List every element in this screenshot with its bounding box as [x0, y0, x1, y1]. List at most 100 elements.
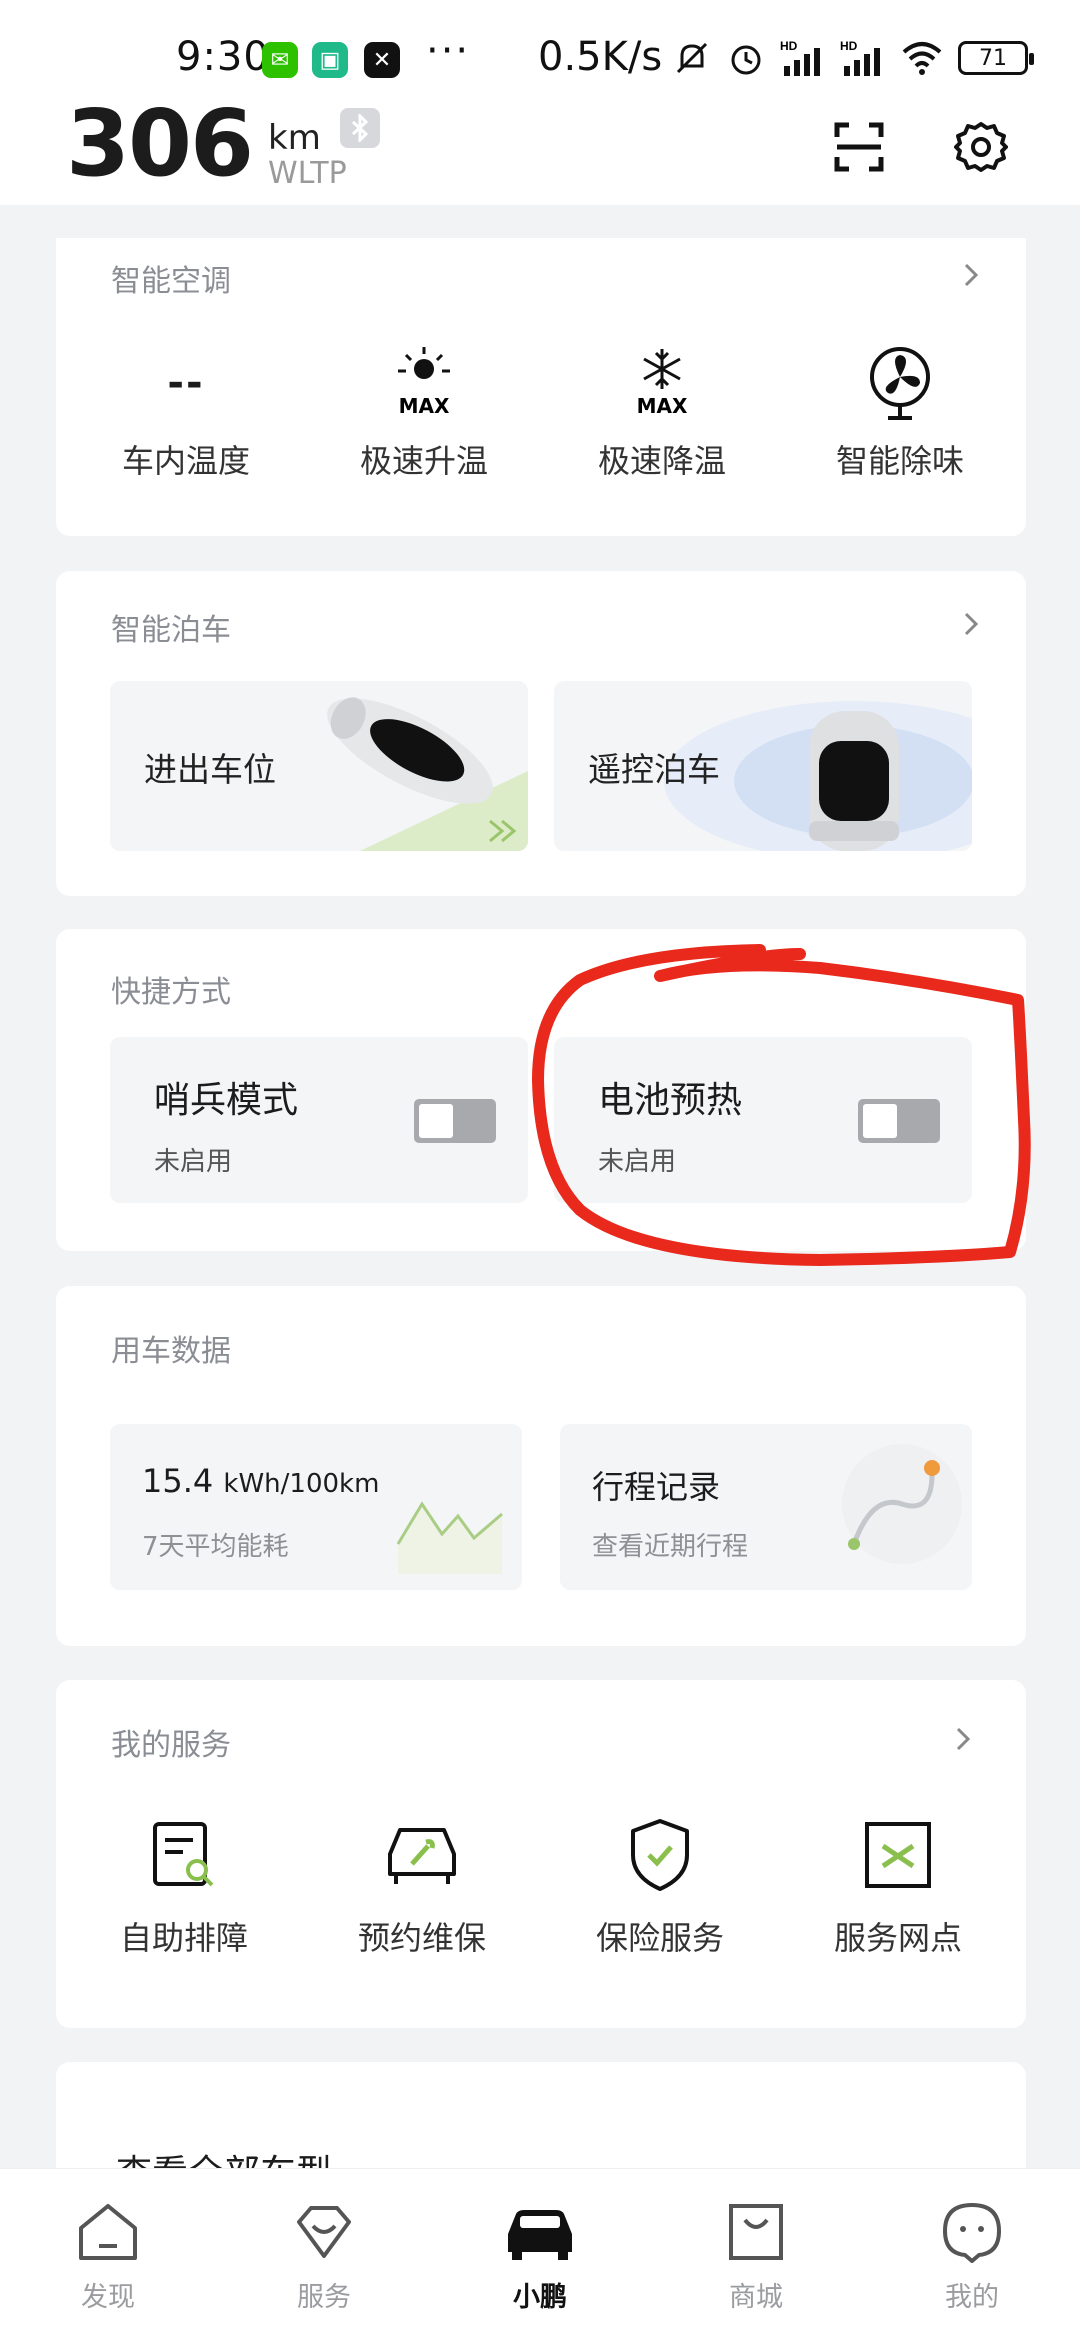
mi-home-icon: ▣	[312, 42, 348, 78]
shopping-bag-icon	[729, 2204, 783, 2260]
sentry-mode-status: 未启用	[154, 1147, 233, 1177]
scan-button[interactable]	[830, 118, 888, 176]
service-point-icon	[865, 1822, 931, 1888]
signal-hd-2-icon: HD	[840, 39, 880, 76]
bluetooth-icon[interactable]	[340, 108, 380, 148]
service-label: 预约维保	[357, 1919, 486, 1957]
diagnosis-icon	[153, 1822, 214, 1887]
annotation-circle	[532, 944, 1031, 1266]
wechat-icon: ✉	[262, 42, 298, 78]
toggle-knob	[419, 1104, 453, 1138]
sun-max-icon: MAX	[398, 347, 450, 418]
alarm-icon	[731, 45, 761, 75]
energy-value-line: 15.4 kWh/100km	[142, 1462, 379, 1500]
snowflake-max-icon: MAX	[637, 349, 688, 418]
energy-sparkline-icon	[396, 1501, 503, 1574]
ac-item-label: 极速降温	[597, 442, 726, 480]
tab-label: 我的	[945, 2282, 999, 2313]
ac-quick-heat[interactable]: MAX 极速升温	[324, 338, 524, 482]
service-label: 保险服务	[595, 1919, 724, 1957]
battery-level: 71	[979, 45, 1007, 71]
view-all-models-card[interactable]: 查看全部车型	[56, 2062, 1026, 2172]
settings-button[interactable]	[952, 118, 1010, 176]
park-in-out-tile[interactable]: 进出车位	[110, 681, 528, 851]
tab-xpeng[interactable]: 小鹏	[480, 2199, 600, 2314]
range-value: 306	[66, 90, 254, 197]
bottom-tab-bar: 发现 服务 小鹏 商城 我的	[0, 2168, 1080, 2340]
network-speed: 0.5K/s	[538, 34, 663, 80]
self-diagnosis-item[interactable]: 自助排障	[84, 1815, 284, 1959]
home-icon	[79, 2204, 137, 2260]
tab-label: 发现	[81, 2282, 135, 2313]
temperature-value: --	[167, 360, 205, 406]
gear-icon	[954, 122, 1008, 172]
ac-quick-cool[interactable]: MAX 极速降温	[562, 338, 762, 482]
energy-consumption-tile[interactable]: 15.4 kWh/100km 7天平均能耗	[110, 1424, 522, 1590]
tab-mall[interactable]: 商城	[696, 2199, 816, 2314]
status-bar: 9:30 ✉ ▣ ✕ ··· 0.5K/s HD HD 71	[0, 28, 1080, 98]
svg-text:HD: HD	[840, 39, 858, 53]
ac-deodorize[interactable]: 智能除味	[800, 338, 1000, 482]
chevron-right-icon[interactable]	[956, 609, 986, 639]
profile-face-icon	[942, 2202, 1002, 2263]
tab-label: 小鹏	[513, 2282, 567, 2313]
sentry-mode-toggle[interactable]	[414, 1099, 496, 1143]
range-standard: WLTP	[268, 156, 347, 191]
park-tile-label: 遥控泊车	[588, 750, 720, 789]
remote-parking-tile[interactable]: 遥控泊车	[554, 681, 972, 851]
parking-card: 智能泊车 进出车位 遥控泊车	[56, 571, 1026, 896]
more-notifications-icon: ···	[426, 28, 471, 74]
trip-title: 行程记录	[592, 1468, 721, 1506]
insurance-item[interactable]: 保险服务	[560, 1815, 760, 1959]
chevron-right-icon[interactable]	[948, 1724, 978, 1754]
shield-check-icon	[631, 1819, 689, 1891]
services-title: 我的服务	[111, 1728, 231, 1763]
energy-desc: 7天平均能耗	[142, 1532, 289, 1562]
sentry-mode-tile[interactable]: 哨兵模式 未启用	[110, 1037, 528, 1203]
mute-bell-icon	[676, 42, 708, 74]
services-card: 我的服务 自助排障 预约维保 保险服务 服务网点	[56, 1680, 1026, 2028]
shortcuts-title: 快捷方式	[111, 975, 231, 1010]
ac-item-label: 极速升温	[359, 442, 488, 480]
top-header: 9:30 ✉ ▣ ✕ ··· 0.5K/s HD HD 71 306 km WL…	[0, 0, 1080, 205]
svg-text:HD: HD	[780, 39, 798, 53]
energy-value: 15.4	[142, 1462, 214, 1500]
ac-item-label: 智能除味	[835, 442, 964, 480]
trip-desc: 查看近期行程	[592, 1532, 749, 1562]
range-display: 306 km WLTP	[66, 90, 347, 197]
service-points-item[interactable]: 服务网点	[798, 1815, 998, 1959]
climate-card: 智能空调 -- 车内温度 MAX 极速升温 MAX 极速降温 智能除味	[56, 238, 1026, 536]
car-icon	[508, 2210, 572, 2260]
status-time: 9:30	[176, 34, 270, 80]
tab-mine[interactable]: 我的	[912, 2199, 1032, 2314]
heart-service-icon	[297, 2206, 351, 2258]
climate-title: 智能空调	[111, 264, 231, 299]
xpeng-app-icon: ✕	[364, 42, 400, 78]
park-tile-label: 进出车位	[144, 750, 276, 789]
service-label: 服务网点	[833, 1919, 962, 1957]
route-map-icon	[842, 1444, 962, 1564]
scan-icon	[834, 122, 884, 172]
ac-item-label: 车内温度	[121, 442, 250, 480]
battery-icon: 71	[958, 41, 1034, 75]
parking-title: 智能泊车	[111, 613, 231, 648]
maintenance-booking-item[interactable]: 预约维保	[322, 1815, 522, 1959]
usage-data-card: 用车数据 15.4 kWh/100km 7天平均能耗 行程记录 查看近期行程	[56, 1286, 1026, 1646]
signal-hd-1-icon: HD	[780, 39, 820, 76]
tab-service[interactable]: 服务	[264, 2199, 384, 2314]
trip-record-tile[interactable]: 行程记录 查看近期行程	[560, 1424, 972, 1590]
tab-label: 商城	[729, 2282, 783, 2313]
usage-title: 用车数据	[111, 1334, 231, 1369]
wifi-icon	[902, 42, 942, 75]
sentry-mode-title: 哨兵模式	[154, 1080, 299, 1121]
tab-discover[interactable]: 发现	[48, 2199, 168, 2314]
fan-icon	[870, 347, 930, 420]
energy-unit: kWh/100km	[223, 1469, 380, 1499]
chevron-right-icon[interactable]	[956, 260, 986, 290]
ac-cabin-temp[interactable]: -- 车内温度	[86, 338, 286, 482]
max-label: MAX	[637, 394, 688, 418]
max-label: MAX	[399, 394, 450, 418]
range-unit: km	[268, 117, 321, 158]
tab-label: 服务	[297, 2282, 351, 2313]
car-repair-icon	[388, 1828, 456, 1884]
